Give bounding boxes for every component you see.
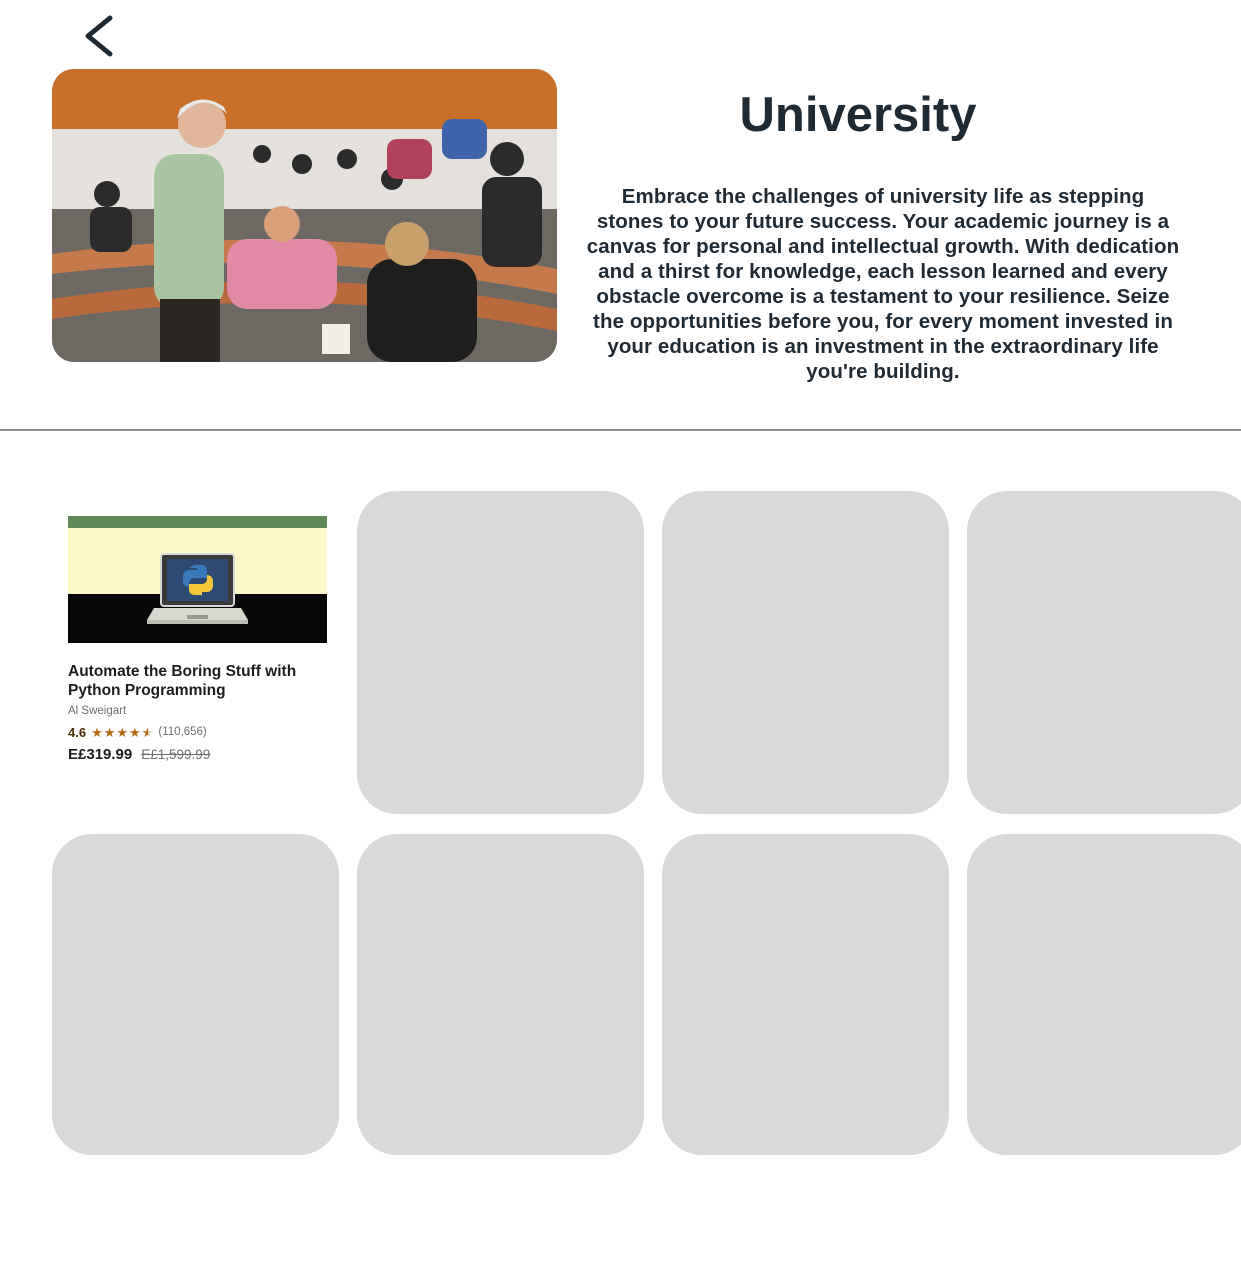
star-icon: ★ bbox=[103, 724, 116, 740]
section-divider bbox=[0, 429, 1241, 431]
page-description: Embrace the challenges of university lif… bbox=[586, 185, 1180, 383]
course-card-placeholder[interactable] bbox=[52, 834, 339, 1155]
star-icon: ★ bbox=[116, 724, 129, 740]
current-price: E£319.99 bbox=[68, 746, 133, 763]
course-card[interactable]: Automate the Boring Stuff with Python Pr… bbox=[52, 500, 339, 780]
course-card-placeholder[interactable] bbox=[967, 491, 1241, 814]
course-card-placeholder[interactable] bbox=[967, 834, 1241, 1155]
rating-value: 4.6 bbox=[68, 724, 87, 740]
star-icon: ★ bbox=[129, 724, 141, 740]
course-thumbnail bbox=[68, 516, 327, 643]
back-button[interactable] bbox=[74, 12, 122, 60]
course-card-placeholder[interactable] bbox=[662, 834, 949, 1155]
course-card-placeholder[interactable] bbox=[357, 491, 644, 814]
university-page: University Embrace the challenges of uni… bbox=[0, 0, 1241, 1280]
half-star-icon: ★ bbox=[141, 724, 154, 740]
course-card-placeholder[interactable] bbox=[357, 834, 644, 1155]
original-price: E£1,599.99 bbox=[141, 747, 211, 762]
course-title: Automate the Boring Stuff with Python Pr… bbox=[68, 663, 297, 699]
course-card-placeholder[interactable] bbox=[662, 491, 949, 814]
rating-stars: ★ ★ ★ ★ ★ bbox=[91, 726, 153, 739]
star-icon: ★ bbox=[91, 724, 103, 740]
course-author: Al Sweigart bbox=[68, 705, 127, 717]
course-price: E£319.99 E£1,599.99 bbox=[68, 746, 210, 763]
course-rating: 4.6 ★ ★ ★ ★ ★ (110,656) bbox=[68, 724, 207, 740]
page-title: University bbox=[739, 88, 977, 142]
chevron-left-icon bbox=[85, 15, 113, 57]
hero-image bbox=[52, 69, 557, 362]
rating-count: (110,656) bbox=[158, 726, 207, 738]
